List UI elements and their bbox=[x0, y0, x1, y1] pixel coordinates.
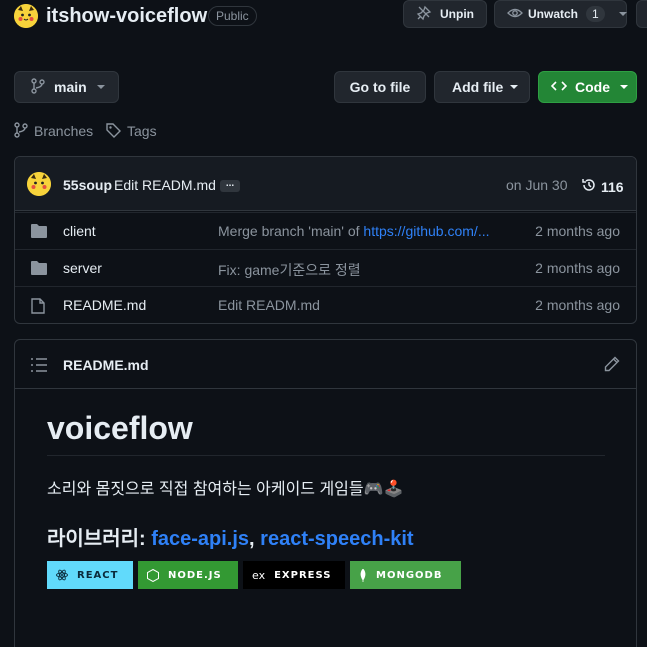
mongodb-icon bbox=[359, 568, 367, 582]
file-name[interactable]: server bbox=[63, 260, 102, 276]
commit-message[interactable]: Edit READM.md bbox=[114, 177, 216, 193]
readme-description: 소리와 몸짓으로 직접 참여하는 아케이드 게임들🎮🕹️ bbox=[47, 481, 404, 498]
commit-history-link[interactable]: 116 bbox=[581, 177, 624, 196]
react-badge: REACT bbox=[47, 561, 133, 589]
visibility-badge: Public bbox=[208, 6, 257, 26]
chevron-down-icon bbox=[510, 85, 519, 89]
tags-link[interactable]: Tags bbox=[105, 122, 157, 140]
file-name[interactable]: client bbox=[63, 223, 96, 239]
branch-name: main bbox=[54, 79, 87, 95]
branches-link[interactable]: Branches bbox=[14, 121, 94, 141]
add-file-button[interactable]: Add file bbox=[434, 71, 530, 103]
chevron-down-icon bbox=[620, 85, 628, 89]
readme-title[interactable]: README.md bbox=[63, 357, 149, 373]
add-file-label: Add file bbox=[452, 79, 504, 95]
file-date: 2 months ago bbox=[535, 260, 620, 276]
folder-icon bbox=[31, 224, 47, 241]
repo-name[interactable]: itshow-voiceflow bbox=[46, 5, 207, 28]
commit-expand-button[interactable]: ... bbox=[220, 179, 240, 192]
commit-date: on Jun 30 bbox=[506, 177, 568, 193]
unpin-icon bbox=[416, 5, 432, 24]
file-browser: 55soup Edit READM.md ... on Jun 30 116 c… bbox=[14, 156, 637, 324]
code-label: Code bbox=[575, 79, 610, 95]
author-avatar[interactable] bbox=[27, 172, 51, 196]
eye-icon bbox=[507, 5, 523, 24]
pencil-icon[interactable] bbox=[604, 356, 620, 375]
table-row[interactable]: README.md Edit READM.md 2 months ago bbox=[15, 286, 636, 323]
commit-count: 116 bbox=[601, 178, 624, 195]
mongodb-badge: MONGODB bbox=[350, 561, 461, 589]
file-icon bbox=[31, 298, 45, 317]
file-commit-message[interactable]: Fix: game기준으로 정렬 bbox=[218, 260, 501, 280]
branch-icon bbox=[14, 121, 28, 141]
latest-commit: 55soup Edit READM.md ... on Jun 30 116 bbox=[15, 157, 636, 211]
chevron-down-icon bbox=[96, 85, 105, 89]
unwatch-button[interactable]: Unwatch 1 bbox=[494, 0, 627, 28]
repo-header: itshow-voiceflow Public Unpin Unwatch 1 bbox=[0, 0, 647, 38]
file-date: 2 months ago bbox=[535, 297, 620, 313]
table-row[interactable]: client Merge branch 'main' of https://gi… bbox=[15, 212, 636, 249]
chevron-down-icon bbox=[618, 12, 627, 16]
readme-panel: README.md voiceflow 소리와 몸짓으로 직접 참여하는 아케이… bbox=[14, 339, 637, 647]
readme-subheading: 라이브러리: face-api.js, react-speech-kit bbox=[47, 528, 414, 550]
owner-avatar[interactable] bbox=[14, 4, 38, 28]
fork-button[interactable] bbox=[636, 0, 647, 28]
express-badge: ex EXPRESS bbox=[243, 561, 345, 589]
code-icon bbox=[550, 78, 568, 97]
file-name[interactable]: README.md bbox=[63, 297, 146, 313]
go-to-file-button[interactable]: Go to file bbox=[334, 71, 426, 103]
readme-heading: voiceflow bbox=[47, 410, 605, 456]
history-icon bbox=[581, 177, 597, 196]
face-api-link[interactable]: face-api.js bbox=[151, 528, 249, 550]
nodejs-badge: NODE.JS bbox=[138, 561, 238, 589]
code-button[interactable]: Code bbox=[538, 71, 637, 103]
readme-header: README.md bbox=[15, 340, 636, 389]
file-commit-message[interactable]: Edit READM.md bbox=[218, 297, 501, 313]
folder-icon bbox=[31, 261, 47, 278]
list-icon[interactable] bbox=[31, 358, 47, 375]
react-speech-kit-link[interactable]: react-speech-kit bbox=[260, 528, 413, 550]
branch-icon bbox=[31, 77, 45, 97]
react-icon bbox=[56, 569, 68, 581]
express-icon: ex bbox=[252, 568, 266, 582]
file-date: 2 months ago bbox=[535, 223, 620, 239]
tag-icon bbox=[105, 122, 121, 141]
branches-label: Branches bbox=[34, 123, 94, 139]
unwatch-label: Unwatch bbox=[528, 7, 579, 21]
unpin-button[interactable]: Unpin bbox=[403, 0, 487, 28]
unpin-label: Unpin bbox=[440, 7, 474, 21]
tags-label: Tags bbox=[127, 123, 157, 139]
watch-count: 1 bbox=[586, 6, 605, 22]
commit-author[interactable]: 55soup bbox=[63, 177, 112, 193]
branch-selector[interactable]: main bbox=[14, 71, 119, 103]
table-row[interactable]: server Fix: game기준으로 정렬 2 months ago bbox=[15, 249, 636, 286]
nodejs-icon bbox=[147, 568, 159, 582]
file-commit-message[interactable]: Merge branch 'main' of https://github.co… bbox=[218, 223, 501, 239]
